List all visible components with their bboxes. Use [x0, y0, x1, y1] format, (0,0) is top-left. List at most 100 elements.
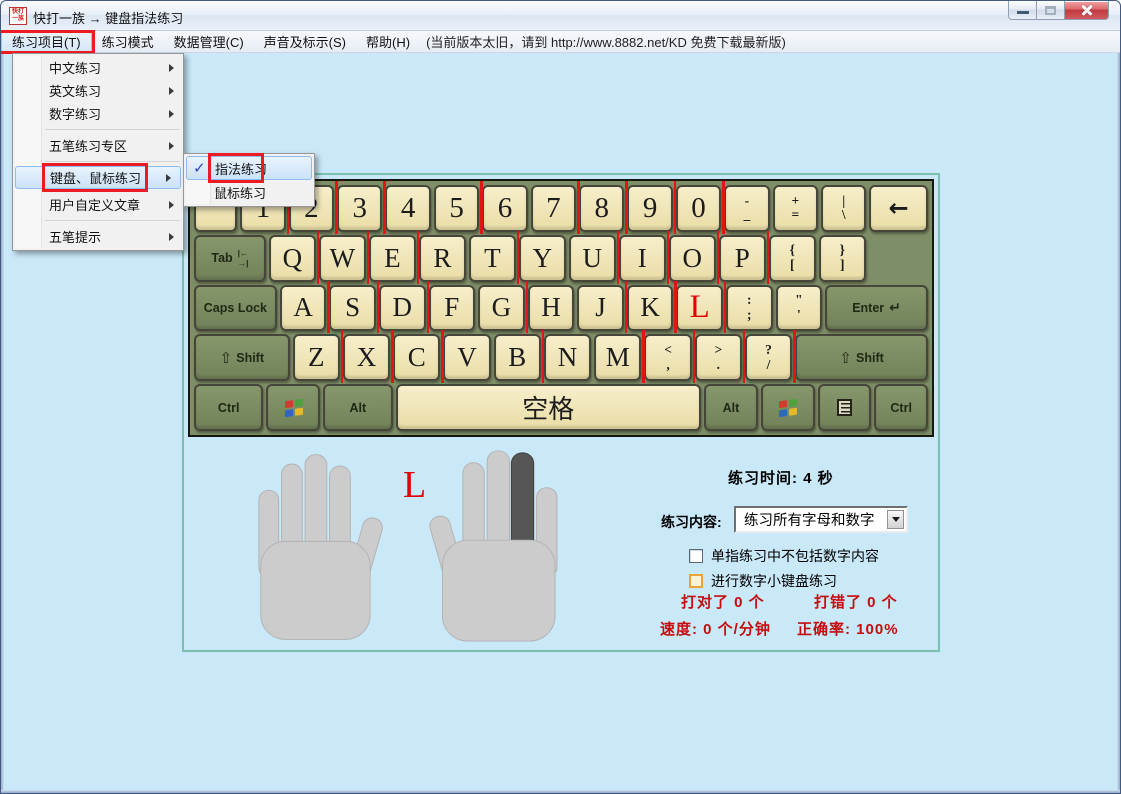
window-title: 快打一族 → 键盘指法练习: [33, 8, 183, 27]
window-edge-bottom: [1, 790, 1120, 793]
menu-item-english-practice[interactable]: 英文练习: [13, 79, 183, 102]
key-quote: "': [776, 285, 823, 332]
submenu-arrow-icon: [169, 142, 174, 150]
key-r: R: [419, 235, 466, 282]
maximize-button[interactable]: [1037, 1, 1065, 20]
app-icon-text1: 快打: [12, 9, 24, 16]
menu-item-wubi-practice-zone[interactable]: 五笔练习专区: [13, 134, 183, 157]
key-m: M: [594, 334, 641, 381]
key-left-alt: Alt: [323, 384, 392, 431]
minimize-button[interactable]: [1008, 1, 1037, 20]
key-bracket-open: {[: [769, 235, 816, 282]
key-x: X: [343, 334, 390, 381]
stat-accuracy: 正确率: 100%: [797, 618, 899, 639]
key-right-shift: ⇧Shift: [795, 334, 928, 381]
key-slash: ?/: [745, 334, 792, 381]
key-bracket-close: }]: [819, 235, 866, 282]
context-menu-key-icon: [837, 399, 852, 416]
menu-item-number-practice[interactable]: 数字练习: [13, 102, 183, 125]
key-t: T: [469, 235, 516, 282]
menubar: 练习项目(T) 练习模式 数据管理(C) 声音及标示(S) 帮助(H) (当前版…: [1, 31, 1120, 53]
backspace-arrow-icon: ←: [889, 194, 909, 222]
chevron-down-icon: [892, 517, 900, 522]
window-edge-left: [1, 53, 4, 793]
key-n: N: [544, 334, 591, 381]
key-q: Q: [269, 235, 316, 282]
key-0: 0: [676, 185, 721, 232]
submenu-item-finger-practice[interactable]: ✓ 指法练习: [186, 156, 312, 180]
windows-logo-icon: [285, 399, 303, 417]
menubar-item-sound-indication[interactable]: 声音及标示(S): [254, 32, 356, 52]
keyboard-row-home: Caps Lock A S D F G H J K L :; "' Enter↵: [194, 285, 928, 332]
submenu-arrow-icon: [166, 174, 171, 182]
key-left-shift: ⇧Shift: [194, 334, 290, 381]
checkmark-icon: ✓: [193, 159, 206, 177]
stat-speed: 速度: 0 个/分钟: [660, 618, 771, 639]
menu-item-chinese-practice[interactable]: 中文练习: [13, 56, 183, 79]
checkbox-exclude-numbers[interactable]: [689, 549, 703, 563]
practice-items-dropdown-menu: 中文练习 英文练习 数字练习 五笔练习专区 键盘、鼠标练习 用户自定义文章 五笔…: [12, 53, 184, 251]
caption-buttons: [1008, 1, 1109, 20]
key-9: 9: [627, 185, 672, 232]
key-i: I: [619, 235, 666, 282]
minimize-icon: [1017, 11, 1029, 14]
menu-item-wubi-hint[interactable]: 五笔提示: [13, 225, 183, 248]
key-comma: <,: [644, 334, 691, 381]
submenu-item-mouse-practice[interactable]: 鼠标练习: [184, 180, 314, 204]
app-icon-text2: 一族: [12, 16, 24, 23]
right-palm: [443, 540, 556, 641]
key-period: >.: [695, 334, 742, 381]
key-left-ctrl: Ctrl: [194, 384, 263, 431]
key-right-alt: Alt: [704, 384, 758, 431]
key-k: K: [627, 285, 674, 332]
practice-content-value: 练习所有字母和数字: [736, 509, 875, 530]
checkbox-numpad-practice[interactable]: [689, 574, 703, 588]
right-hand-illustration: [421, 449, 561, 643]
close-button[interactable]: [1065, 1, 1109, 20]
target-letter: L: [403, 463, 426, 507]
menubar-item-practice-mode[interactable]: 练习模式: [92, 32, 164, 52]
app-window: 快打 一族 快打一族 → 键盘指法练习 练习项目(T) 练习模式 数据管理(C)…: [0, 0, 1121, 794]
menu-separator: [45, 161, 180, 162]
practice-content-label: 练习内容:: [661, 512, 722, 532]
menubar-item-practice-items[interactable]: 练习项目(T): [1, 32, 92, 52]
key-tab: Tab|←→|: [194, 235, 266, 282]
enter-arrow-icon: ↵: [889, 299, 901, 316]
key-a: A: [280, 285, 327, 332]
shift-arrow-icon: ⇧: [220, 349, 233, 367]
key-space: 空格: [396, 384, 702, 431]
practice-content-select[interactable]: 练习所有字母和数字: [734, 506, 908, 533]
app-icon: 快打 一族: [9, 7, 27, 25]
combo-dropdown-button[interactable]: [887, 510, 904, 529]
submenu-arrow-icon: [169, 110, 174, 118]
key-h: H: [528, 285, 575, 332]
key-3: 3: [337, 185, 382, 232]
key-5: 5: [434, 185, 479, 232]
menu-separator: [45, 129, 180, 130]
tab-arrows-icon: |←→|: [238, 248, 249, 269]
keyboard-mouse-submenu: ✓ 指法练习 鼠标练习: [183, 153, 315, 207]
key-v: V: [443, 334, 490, 381]
windows-logo-icon: [779, 399, 797, 417]
menubar-item-data-management[interactable]: 数据管理(C): [164, 32, 254, 52]
key-w: W: [319, 235, 366, 282]
key-g: G: [478, 285, 525, 332]
keyboard-bezel-filler: [869, 235, 928, 282]
key-6: 6: [482, 185, 527, 232]
window-edge-right: [1117, 53, 1120, 793]
shift-arrow-icon: ⇧: [839, 349, 852, 367]
key-right-win: [761, 384, 815, 431]
checkbox-numpad-practice-label: 进行数字小键盘练习: [711, 571, 837, 591]
titlebar: 快打 一族 快打一族 → 键盘指法练习: [1, 1, 1120, 31]
key-j: J: [577, 285, 624, 332]
checkbox-row-numpad-practice: 进行数字小键盘练习: [689, 571, 837, 591]
keyboard-row-modifiers: Ctrl Alt 空格 Alt Ctrl: [194, 384, 928, 431]
menubar-item-help[interactable]: 帮助(H): [356, 32, 420, 52]
key-left-win: [266, 384, 320, 431]
key-b: B: [494, 334, 541, 381]
menu-item-keyboard-mouse-practice[interactable]: 键盘、鼠标练习: [15, 166, 181, 189]
practice-time-label: 练习时间: 4 秒: [728, 467, 834, 488]
key-right-ctrl: Ctrl: [874, 384, 928, 431]
menu-item-user-custom-article[interactable]: 用户自定义文章: [13, 193, 183, 216]
virtual-keyboard: ` 1 2 3 4 5 6 7 8 9 0 -_ += |\ ← Tab|←→|…: [188, 179, 934, 437]
